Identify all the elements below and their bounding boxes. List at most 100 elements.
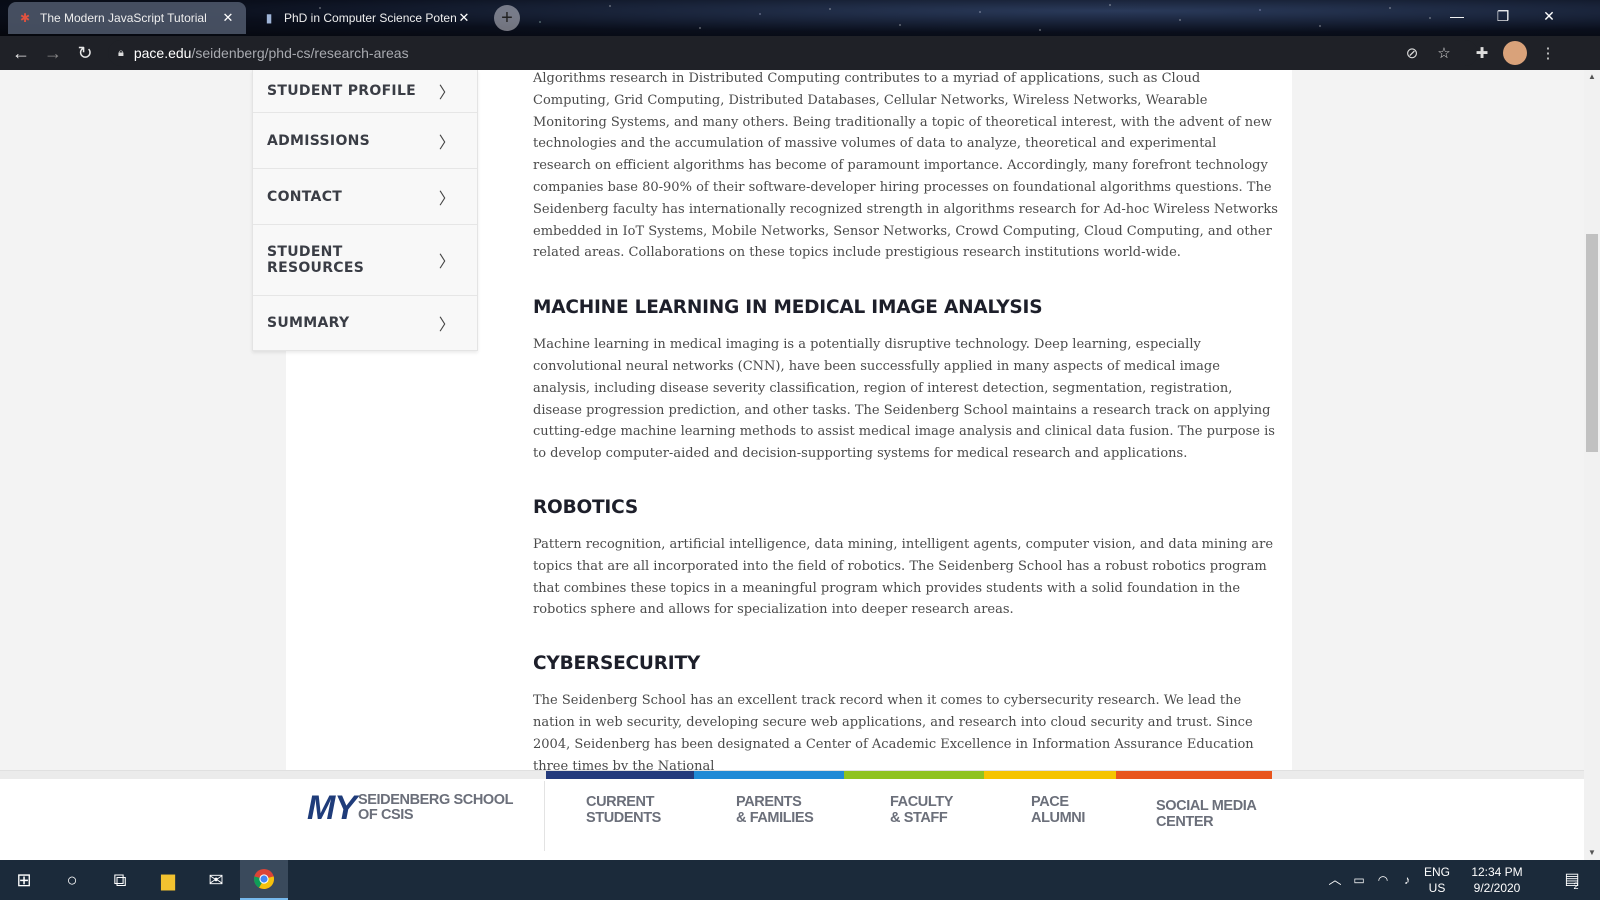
windows-start-icon[interactable]: ⊞ [0, 860, 48, 900]
search-circle-icon[interactable]: ○ [48, 860, 96, 900]
sidebar-item-label: ADMISSIONS [267, 132, 371, 149]
chrome-icon[interactable] [240, 860, 288, 900]
mail-icon[interactable]: ✉ [192, 860, 240, 900]
scroll-up-arrow-icon[interactable]: ▲ [1584, 70, 1600, 84]
browser-toolbar: ← → ↻ 🔒︎ pace.edu/seidenberg/phd-cs/rese… [0, 36, 1600, 70]
tab-title: PhD in Computer Science Poten [284, 11, 456, 25]
forward-arrow-icon[interactable]: → [38, 38, 68, 68]
tray-chevron-up-icon[interactable]: ︿ [1324, 860, 1346, 900]
new-tab-button[interactable]: + [494, 5, 520, 31]
logo-text[interactable]: SEIDENBERG SCHOOL OF CSIS [358, 792, 514, 823]
notifications-icon[interactable]: ▤ 2 [1552, 860, 1592, 900]
profile-avatar[interactable] [1503, 41, 1527, 65]
language-indicator[interactable]: ENG US [1420, 860, 1454, 900]
sidebar-item-label: CONTACT [267, 188, 343, 205]
footer-link-faculty-staff[interactable]: FACULTY & STAFF [890, 794, 953, 826]
menu-dots-icon[interactable]: ⋮ [1536, 41, 1560, 65]
sidebar-item-student-resources[interactable]: STUDENT RESOURCES 〉 [253, 224, 477, 295]
page-viewport: STUDENT PROFILE 〉 ADMISSIONS 〉 CONTACT 〉… [0, 70, 1584, 860]
section-heading-robotics: ROBOTICS [533, 496, 638, 518]
color-stripe-segment [546, 771, 694, 779]
url-path: /seidenberg/phd-cs/research-areas [191, 45, 409, 61]
color-stripe-segment [1116, 771, 1272, 779]
research-article: Algorithms research in Distributed Compu… [533, 70, 1278, 777]
color-stripe-segment [694, 771, 844, 779]
minimize-icon[interactable]: — [1434, 0, 1480, 32]
footer-link-line1: PACE [1031, 794, 1069, 810]
task-view-icon[interactable]: ⧉ [96, 860, 144, 900]
tab-title: The Modern JavaScript Tutorial [40, 11, 207, 25]
scroll-down-arrow-icon[interactable]: ▼ [1584, 846, 1600, 860]
reload-icon[interactable]: ↻ [70, 38, 100, 68]
close-tab-icon[interactable]: ✕ [220, 10, 236, 26]
color-stripe-segment [984, 771, 1116, 779]
footer-link-line2: & FAMILIES [736, 809, 814, 826]
tab-phd-cs[interactable]: ▮ PhD in Computer Science Poten ✕ [252, 2, 482, 34]
tab-js-tutorial[interactable]: ✱ The Modern JavaScript Tutorial ✕ [8, 2, 246, 34]
logo-line1: SEIDENBERG SCHOOL [358, 792, 514, 808]
browser-titlebar: ✱ The Modern JavaScript Tutorial ✕ ▮ PhD… [0, 0, 1600, 36]
my-seidenberg-logo[interactable]: MY [307, 789, 357, 828]
url-host: pace.edu [133, 45, 192, 61]
chevron-right-icon: 〉 [438, 83, 455, 102]
footer-link-line1: SOCIAL MEDIA [1156, 798, 1257, 814]
section-heading-cybersecurity: CYBERSECURITY [533, 653, 701, 675]
footer-link-line2: & STAFF [890, 809, 948, 826]
battery-icon[interactable]: ▭ [1348, 860, 1370, 900]
clock[interactable]: 12:34 PM 9/2/2020 [1462, 860, 1532, 900]
close-window-icon[interactable]: ✕ [1526, 0, 1572, 32]
chevron-right-icon: 〉 [438, 188, 455, 208]
section-heading-ml-medical: MACHINE LEARNING IN MEDICAL IMAGE ANALYS… [533, 297, 1043, 319]
footer-link-line1: PARENTS [736, 794, 802, 810]
chrome-logo [253, 869, 275, 890]
logo-line2: OF CSIS [358, 807, 414, 823]
footer-link-line2: CENTER [1156, 813, 1214, 830]
chevron-right-icon: 〉 [438, 252, 455, 271]
restore-icon[interactable]: ❐ [1480, 0, 1526, 32]
chevron-right-icon: 〉 [438, 132, 455, 152]
chevron-right-icon: 〉 [438, 315, 455, 334]
section-body-cybersecurity: The Seidenberg School has an excellent t… [533, 693, 1254, 774]
section-body-robotics: Pattern recognition, artificial intellig… [533, 536, 1274, 618]
footer-link-social-media-center[interactable]: SOCIAL MEDIA CENTER [1156, 798, 1257, 830]
section-body-ml-medical: Machine learning in medical imaging is a… [533, 337, 1275, 462]
lock-icon: 🔒︎ [118, 46, 124, 59]
volume-icon[interactable]: ♪ [1396, 860, 1418, 900]
wifi-icon[interactable]: ◠ [1372, 860, 1394, 900]
address-bar[interactable]: 🔒︎ pace.edu/seidenberg/phd-cs/research-a… [108, 40, 1478, 66]
footer-link-pace-alumni[interactable]: PACE ALUMNI [1031, 794, 1085, 826]
clock-time: 12:34 PM [1471, 865, 1523, 879]
footer-link-line1: CURRENT [586, 794, 655, 810]
extensions-puzzle-icon[interactable]: ✚ [1470, 41, 1494, 65]
back-arrow-icon[interactable]: ← [6, 38, 36, 68]
sidebar-nav: STUDENT PROFILE 〉 ADMISSIONS 〉 CONTACT 〉… [252, 70, 478, 351]
footer-link-parents-families[interactable]: PARENTS & FAMILIES [736, 794, 814, 826]
pace-icon: ▮ [265, 11, 273, 25]
js-tutorial-icon: ✱ [19, 11, 31, 25]
footer-link-line1: FACULTY [890, 794, 953, 810]
eye-off-icon[interactable]: ⊘ [1400, 41, 1424, 65]
sidebar-item-summary[interactable]: SUMMARY 〉 [253, 295, 477, 350]
scrollbar-thumb[interactable] [1586, 234, 1598, 452]
color-stripe-segment [844, 771, 984, 779]
footer-link-current-students[interactable]: CURRENT STUDENTS [586, 794, 661, 826]
intro-paragraph: Algorithms research in Distributed Compu… [533, 71, 1278, 261]
site-footer: MY SEIDENBERG SCHOOL OF CSIS CURRENT STU… [0, 770, 1584, 860]
footer-link-line2: STUDENTS [586, 809, 661, 826]
windows-taskbar: ⊞ ○ ⧉ ▆ ✉ ︿ ▭ ◠ ♪ ENG US 12:34 PM 9/2/20… [0, 860, 1600, 900]
file-explorer-icon[interactable]: ▆ [144, 860, 192, 900]
sidebar-item-contact[interactable]: CONTACT 〉 [253, 168, 477, 224]
sidebar-item-student-profile[interactable]: STUDENT PROFILE 〉 [253, 70, 477, 112]
page-scrollbar[interactable]: ▲ ▼ [1584, 70, 1600, 860]
close-tab-icon[interactable]: ✕ [456, 10, 472, 26]
sidebar-item-label: SUMMARY [267, 315, 350, 331]
sidebar-item-admissions[interactable]: ADMISSIONS 〉 [253, 112, 477, 168]
notification-count: 2 [1573, 881, 1579, 891]
clock-date: 9/2/2020 [1473, 881, 1521, 895]
lang-line2: US [1428, 881, 1446, 895]
sidebar-item-label: STUDENT PROFILE [267, 83, 417, 99]
star-bookmark-icon[interactable]: ☆ [1432, 41, 1456, 65]
sidebar-item-label: STUDENT RESOURCES [267, 244, 365, 276]
lang-line1: ENG [1423, 865, 1450, 879]
footer-divider [544, 781, 545, 851]
